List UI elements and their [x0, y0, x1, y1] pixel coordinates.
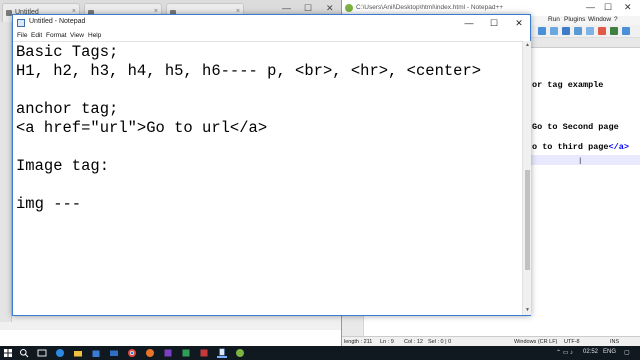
- file-explorer-icon[interactable]: [73, 348, 83, 358]
- notepadpp-logo-icon: [345, 4, 353, 12]
- time-display[interactable]: 02:52: [583, 349, 598, 355]
- status-length: length : 211: [344, 339, 373, 345]
- menu-view[interactable]: View: [70, 32, 84, 39]
- notepad-app-icon: [17, 19, 25, 27]
- toolbar-button-icon[interactable]: [562, 27, 570, 35]
- menu-help[interactable]: Help: [88, 32, 101, 39]
- app-icon[interactable]: [163, 348, 173, 358]
- notepad-taskbar-icon[interactable]: [217, 348, 227, 358]
- scrollbar-thumb[interactable]: [525, 170, 530, 270]
- app-icon[interactable]: [199, 348, 209, 358]
- notepad-title: Untitled - Notepad: [29, 18, 86, 25]
- notepadpp-menu-plugins[interactable]: Plugins: [564, 16, 585, 23]
- notepadpp-menu-run[interactable]: Run: [548, 16, 560, 23]
- toolbar-button-icon[interactable]: [550, 27, 558, 35]
- minimize-button[interactable]: —: [458, 16, 480, 30]
- chrome-icon[interactable]: [127, 348, 137, 358]
- notepad-menubar: File Edit Format View Help: [13, 31, 530, 41]
- text-line: img ---: [16, 195, 82, 213]
- text-line: Basic Tags;: [16, 43, 119, 61]
- browser-sidebar-strip: [0, 22, 12, 322]
- firefox-icon[interactable]: [145, 348, 155, 358]
- menu-edit[interactable]: Edit: [31, 32, 42, 39]
- task-view-icon[interactable]: [37, 348, 47, 358]
- search-icon[interactable]: [19, 348, 29, 358]
- scroll-up-icon[interactable]: ▲: [524, 42, 531, 49]
- toolbar-button-icon[interactable]: [574, 27, 582, 35]
- code-line: o to third page</a>: [532, 142, 629, 152]
- scroll-down-icon[interactable]: ▼: [524, 307, 531, 314]
- notepadpp-menu-help[interactable]: ?: [614, 16, 618, 23]
- browser-minimize-icon[interactable]: —: [282, 3, 291, 13]
- menu-format[interactable]: Format: [46, 32, 67, 39]
- edge-browser-icon[interactable]: [55, 348, 65, 358]
- menu-file[interactable]: File: [17, 32, 27, 39]
- code-line: or tag example: [532, 80, 604, 90]
- text-line: anchor tag;: [16, 100, 119, 118]
- text-line: Image tag:: [16, 157, 110, 175]
- mail-icon[interactable]: [109, 348, 119, 358]
- maximize-button[interactable]: ☐: [483, 16, 505, 30]
- code-line: Go to Second page: [532, 122, 619, 132]
- status-sel: Sel : 0 | 0: [428, 339, 452, 345]
- status-insert-mode: INS: [610, 339, 620, 345]
- browser-close-icon[interactable]: ✕: [326, 3, 334, 14]
- toolbar-button-icon[interactable]: [586, 27, 594, 35]
- toolbar-record-icon[interactable]: [598, 27, 606, 35]
- status-eol: Windows (CR LF): [514, 339, 558, 345]
- notepadpp-minimize-icon[interactable]: —: [586, 2, 595, 12]
- notepadpp-maximize-icon[interactable]: ☐: [604, 2, 612, 13]
- browser-maximize-icon[interactable]: ☐: [304, 3, 312, 14]
- toolbar-button-icon[interactable]: [538, 27, 546, 35]
- notepad-titlebar[interactable]: Untitled - Notepad — ☐ ✕: [13, 15, 530, 31]
- text-line: H1, h2, h3, h4, h5, h6---- p, <br>, <hr>…: [16, 62, 482, 80]
- store-icon[interactable]: [91, 348, 101, 358]
- status-encoding: UTF-8: [564, 339, 580, 345]
- notification-icon[interactable]: ▢: [624, 349, 630, 356]
- windows-start-icon[interactable]: [3, 348, 13, 358]
- app-icon[interactable]: [181, 348, 191, 358]
- language-indicator[interactable]: ENG: [603, 349, 616, 355]
- notepad-window: Untitled - Notepad — ☐ ✕ File Edit Forma…: [12, 14, 531, 316]
- windows-taskbar: ⌃ ▭ ♪ 02:52 ENG ▢: [0, 346, 640, 360]
- notepadpp-menu-window[interactable]: Window: [588, 16, 611, 23]
- notepadpp-statusbar: length : 211 Ln : 9 Col : 12 Sel : 0 | 0…: [342, 336, 640, 346]
- toolbar-button-icon[interactable]: [610, 27, 618, 35]
- toolbar-button-icon[interactable]: [622, 27, 630, 35]
- notepad-text-area[interactable]: Basic Tags; H1, h2, h3, h4, h5, h6---- p…: [13, 41, 522, 315]
- status-line: Ln : 9: [380, 339, 394, 345]
- system-tray-icons[interactable]: ⌃ ▭ ♪: [556, 349, 573, 356]
- notepadpp-title: C:\Users\Anil\Desktop\html\index.html - …: [356, 4, 504, 11]
- close-button[interactable]: ✕: [508, 16, 530, 30]
- notepadpp-taskbar-icon[interactable]: [235, 348, 245, 358]
- code-close-tag: </a>: [608, 142, 629, 152]
- text-cursor-icon: I: [579, 156, 582, 166]
- vertical-scrollbar[interactable]: ▲ ▼: [522, 41, 531, 315]
- notepadpp-close-icon[interactable]: ✕: [624, 2, 632, 13]
- status-col: Col : 12: [404, 339, 423, 345]
- text-line: <a href="url">Go to url</a>: [16, 119, 268, 137]
